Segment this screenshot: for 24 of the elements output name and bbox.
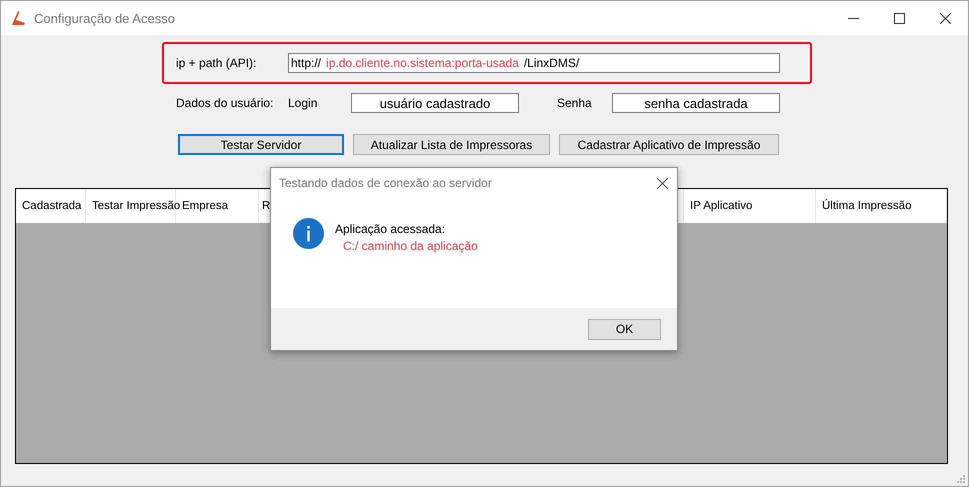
ok-button[interactable]: OK — [588, 318, 661, 340]
info-icon — [293, 218, 324, 249]
user-data-label: Dados do usuário: — [176, 96, 274, 110]
maximize-icon — [894, 12, 904, 24]
api-label: ip + path (API): — [176, 56, 258, 70]
dialog-message: Aplicação acessada: — [335, 222, 446, 236]
close-icon — [940, 12, 950, 24]
close-icon — [656, 178, 668, 188]
action-button[interactable]: Atualizar Lista de Impressoras — [353, 134, 550, 155]
action-button[interactable]: Cadastrar Aplicativo de Impressão — [559, 134, 779, 155]
password-label: Senha — [557, 96, 593, 110]
dialog-message: C:/ caminho da aplicação — [342, 239, 478, 253]
login-input-field[interactable]: usuário cadastrado — [351, 93, 519, 113]
login-label: Login — [288, 96, 318, 110]
action-button[interactable]: Testar Servidor — [178, 134, 344, 155]
resize-grip-icon — [957, 475, 966, 484]
column-header: Cadastrada — [16, 189, 86, 223]
dialog-title: Testando dados de conexão ao servidor — [279, 176, 492, 190]
app-logo-icon — [10, 10, 26, 26]
window-title: Configuração de Acesso — [34, 10, 175, 26]
api-input-field[interactable]: http:// ip.do.cliente.no.sistema:porta-usada /LinxDMS/ — [288, 53, 780, 73]
password-input-field[interactable]: senha cadastrada — [612, 93, 780, 113]
column-header: IP Aplicativo — [684, 189, 816, 223]
column-header: Última Impressão — [816, 189, 947, 223]
